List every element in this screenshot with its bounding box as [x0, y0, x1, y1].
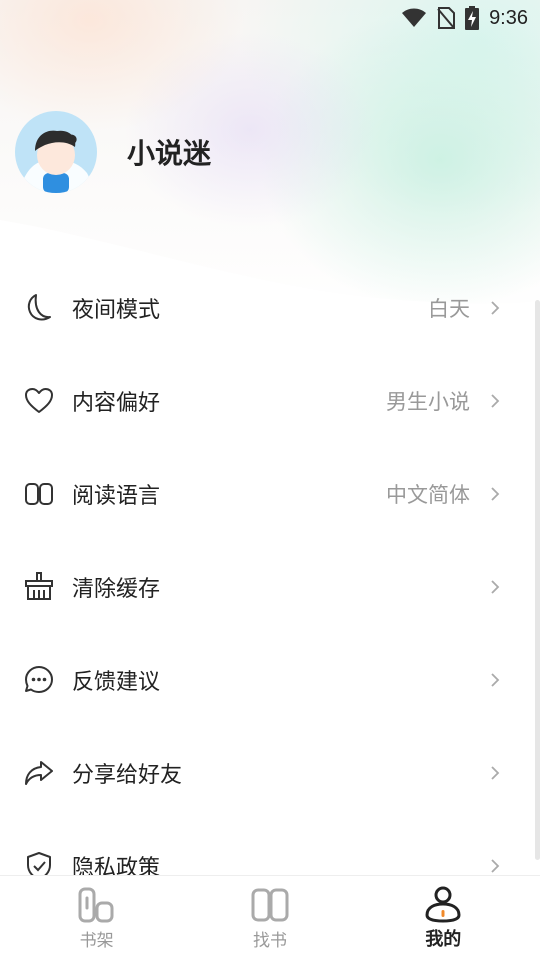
battery-charging-icon — [465, 6, 480, 30]
wifi-icon — [402, 8, 427, 27]
menu-label: 内容偏好 — [72, 390, 161, 416]
profile-icon — [425, 886, 461, 923]
menu-item-clear-cache[interactable]: 清除缓存 — [0, 540, 540, 633]
bottom-tab-bar: 书架 找书 我的 — [0, 875, 540, 960]
menu-value: 中文简体 — [386, 482, 470, 507]
chevron-right-icon — [491, 300, 500, 315]
tab-bookshelf[interactable]: 书架 — [37, 886, 157, 951]
broom-icon — [22, 570, 56, 604]
menu-item-feedback[interactable]: 反馈建议 — [0, 633, 540, 726]
chevron-right-icon — [491, 579, 500, 594]
tab-label: 找书 — [252, 930, 287, 951]
book-open-icon — [22, 477, 56, 511]
clock: 9:36 — [489, 6, 528, 29]
menu-label: 阅读语言 — [72, 483, 161, 509]
chevron-right-icon — [491, 672, 500, 687]
tab-label: 书架 — [79, 930, 114, 951]
scrollbar[interactable] — [535, 300, 540, 860]
tab-find-book[interactable]: 找书 — [210, 886, 330, 951]
menu-item-reading-language[interactable]: 阅读语言 中文简体 — [0, 447, 540, 540]
menu-label: 分享给好友 — [72, 762, 183, 788]
menu-label: 夜间模式 — [72, 297, 161, 323]
menu-item-night-mode[interactable]: 夜间模式 白天 — [0, 261, 540, 354]
menu-item-content-preference[interactable]: 内容偏好 男生小说 — [0, 354, 540, 447]
chevron-right-icon — [491, 858, 500, 873]
avatar-illustration — [15, 130, 97, 193]
settings-menu: 夜间模式 白天 内容偏好 男生小说 阅读语言 中文简体 清除缓存 反馈建议 分享… — [0, 261, 540, 912]
bookshelf-icon — [78, 887, 114, 922]
avatar[interactable] — [15, 111, 97, 193]
find-book-icon — [251, 888, 289, 921]
no-sim-icon — [437, 7, 456, 29]
status-bar: 9:36 — [0, 0, 540, 36]
tab-mine[interactable]: 我的 — [383, 885, 503, 951]
moon-icon — [22, 291, 56, 325]
username: 小说迷 — [127, 137, 212, 170]
menu-item-share[interactable]: 分享给好友 — [0, 726, 540, 819]
menu-value: 男生小说 — [386, 389, 470, 414]
menu-value: 白天 — [428, 296, 470, 321]
menu-label: 清除缓存 — [72, 576, 161, 602]
heart-icon — [22, 384, 56, 418]
chevron-right-icon — [491, 765, 500, 780]
menu-label: 反馈建议 — [72, 669, 161, 695]
share-arrow-icon — [22, 756, 56, 790]
tab-label: 我的 — [425, 929, 462, 950]
chevron-right-icon — [491, 486, 500, 501]
chevron-right-icon — [491, 393, 500, 408]
profile-header[interactable]: 小说迷 — [15, 111, 211, 193]
chat-bubble-icon — [22, 663, 56, 697]
